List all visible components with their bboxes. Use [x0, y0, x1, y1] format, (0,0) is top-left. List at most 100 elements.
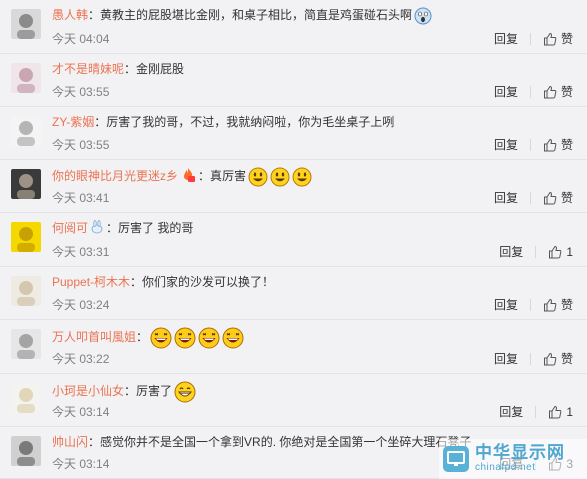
like-label: 赞	[560, 85, 573, 99]
avatar[interactable]	[11, 436, 41, 466]
comment-actions: 回复 赞	[494, 84, 573, 100]
username-link[interactable]: ZY-紫姻	[52, 115, 94, 129]
like-label: 赞	[560, 352, 573, 366]
reply-button[interactable]: 回复	[494, 137, 518, 153]
thumbs-up-icon	[543, 191, 557, 205]
divider	[529, 299, 531, 311]
thumbs-up-icon	[543, 32, 557, 46]
comment-row: 小珂是小仙女：厉害了今天 03:14 回复 1	[0, 374, 587, 427]
avatar[interactable]	[11, 222, 41, 252]
watermark-logo-icon	[443, 446, 469, 472]
comment-actions: 回复 赞	[494, 137, 573, 153]
comment-actions: 回复 1	[499, 404, 573, 420]
comment-row: ZY-紫姻：厉害了我的哥，不过，我就纳闷啦，你为毛坐桌子上咧 今天 03:55 回复…	[0, 107, 587, 160]
username-link[interactable]: 你的眼神比月光更迷z乡	[52, 169, 178, 183]
reply-button[interactable]: 回复	[499, 244, 523, 260]
watermark-name: 中华显示网	[475, 443, 565, 462]
comment-content: 何阅可 ：厉害了 我的哥	[52, 220, 193, 238]
divider	[529, 139, 531, 151]
like-label: 赞	[560, 138, 573, 152]
avatar[interactable]	[11, 63, 41, 93]
like-button[interactable]: 赞	[543, 137, 573, 153]
grin-emoji-icon	[292, 167, 312, 187]
username-link[interactable]: 愚人韩	[52, 8, 88, 22]
like-label: 1	[566, 245, 573, 259]
avatar[interactable]	[11, 383, 41, 413]
divider	[535, 246, 537, 258]
comment-actions: 回复 赞	[494, 190, 573, 206]
reply-button[interactable]: 回复	[494, 84, 518, 100]
separator: ：	[88, 8, 101, 23]
username-link[interactable]: 何阅可	[52, 221, 88, 235]
like-button[interactable]: 赞	[543, 31, 573, 47]
comment-row: 愚人韩：黄教主的屁股堪比金刚，和桌子相比，简直是鸡蛋碰石头啊 今天 04:04 回复…	[0, 0, 587, 54]
reply-button[interactable]: 回复	[494, 297, 518, 313]
comment-text: 厉害了 我的哥	[118, 221, 194, 236]
timestamp: 今天 03:14	[52, 405, 110, 419]
timestamp: 今天 03:14	[52, 457, 110, 471]
thumbs-up-icon	[543, 138, 557, 152]
like-label: 赞	[560, 32, 573, 46]
divider	[529, 192, 531, 204]
comment-text: 真厉害	[210, 169, 247, 184]
comment-content: 小珂是小仙女：厉害了	[52, 381, 196, 403]
separator: ：	[124, 62, 137, 76]
thumbs-up-icon	[543, 85, 557, 99]
like-label: 赞	[560, 298, 573, 312]
username-link[interactable]: 小珂是小仙女	[52, 384, 124, 398]
username-link[interactable]: 才不是晴妹呢	[52, 62, 124, 76]
comment-actions: 回复 赞	[494, 351, 573, 367]
comment-actions: 回复 赞	[494, 297, 573, 313]
avatar[interactable]	[11, 276, 41, 306]
timestamp: 今天 03:31	[52, 245, 110, 259]
watermark-url: chinafpd.net	[475, 462, 536, 473]
laugh-emoji-icon	[174, 327, 196, 349]
comment-row: 何阅可 ：厉害了 我的哥 今天 03:31 回复 1	[0, 213, 587, 267]
laugh-emoji-icon	[198, 327, 220, 349]
watermark: 中华显示网 chinafpd.net	[439, 439, 587, 479]
reply-button[interactable]: 回复	[499, 404, 523, 420]
divider	[529, 33, 531, 45]
comment-content: 愚人韩：黄教主的屁股堪比金刚，和桌子相比，简直是鸡蛋碰石头啊	[52, 7, 432, 25]
comment-row: Puppet-柯木木：你们家的沙发可以换了！ 今天 03:24 回复 赞	[0, 267, 587, 320]
grin-emoji-icon	[248, 167, 268, 187]
thumbs-up-icon	[548, 245, 562, 259]
rabbit-icon	[90, 220, 104, 238]
like-button[interactable]: 赞	[543, 351, 573, 367]
bigsmile-emoji-icon	[174, 381, 196, 403]
avatar[interactable]	[11, 169, 41, 199]
timestamp: 今天 03:41	[52, 191, 110, 205]
like-label: 赞	[560, 191, 573, 205]
username-link[interactable]: 万人叩首叫風姐	[52, 330, 136, 344]
comment-text: 厉害了我的哥，不过，我就纳闷啦，你为毛坐桌子上咧	[106, 115, 395, 129]
divider	[535, 406, 537, 418]
like-button[interactable]: 赞	[543, 190, 573, 206]
username-link[interactable]: Puppet-柯木木	[52, 275, 130, 289]
reply-button[interactable]: 回复	[494, 351, 518, 367]
reply-button[interactable]: 回复	[494, 31, 518, 47]
comment-row: 你的眼神比月光更迷z乡 ：真厉害今天 03:41 回复 赞	[0, 160, 587, 213]
separator: ：	[198, 169, 211, 184]
like-button[interactable]: 赞	[543, 297, 573, 313]
like-label: 1	[566, 405, 573, 419]
comment-content: 你的眼神比月光更迷z乡 ：真厉害	[52, 167, 312, 187]
avatar[interactable]	[11, 9, 41, 39]
grin-emoji-icon	[270, 167, 290, 187]
avatar[interactable]	[11, 116, 41, 146]
comment-content: 才不是晴妹呢：金刚屁股	[52, 61, 184, 77]
comment-content: Puppet-柯木木：你们家的沙发可以换了！	[52, 274, 274, 290]
divider	[529, 86, 531, 98]
like-button[interactable]: 赞	[543, 84, 573, 100]
reply-button[interactable]: 回复	[494, 190, 518, 206]
separator: ：	[124, 384, 137, 399]
like-button[interactable]: 1	[548, 244, 573, 260]
like-button[interactable]: 1	[548, 404, 573, 420]
divider	[529, 353, 531, 365]
username-link[interactable]: 帅山闪	[52, 435, 88, 449]
separator: ：	[106, 221, 119, 236]
comment-list: 愚人韩：黄教主的屁股堪比金刚，和桌子相比，简直是鸡蛋碰石头啊 今天 04:04 回复…	[0, 0, 587, 479]
comment-actions: 回复 赞	[494, 31, 573, 47]
thumbs-up-icon	[543, 352, 557, 366]
avatar[interactable]	[11, 329, 41, 359]
timestamp: 今天 03:55	[52, 138, 110, 152]
